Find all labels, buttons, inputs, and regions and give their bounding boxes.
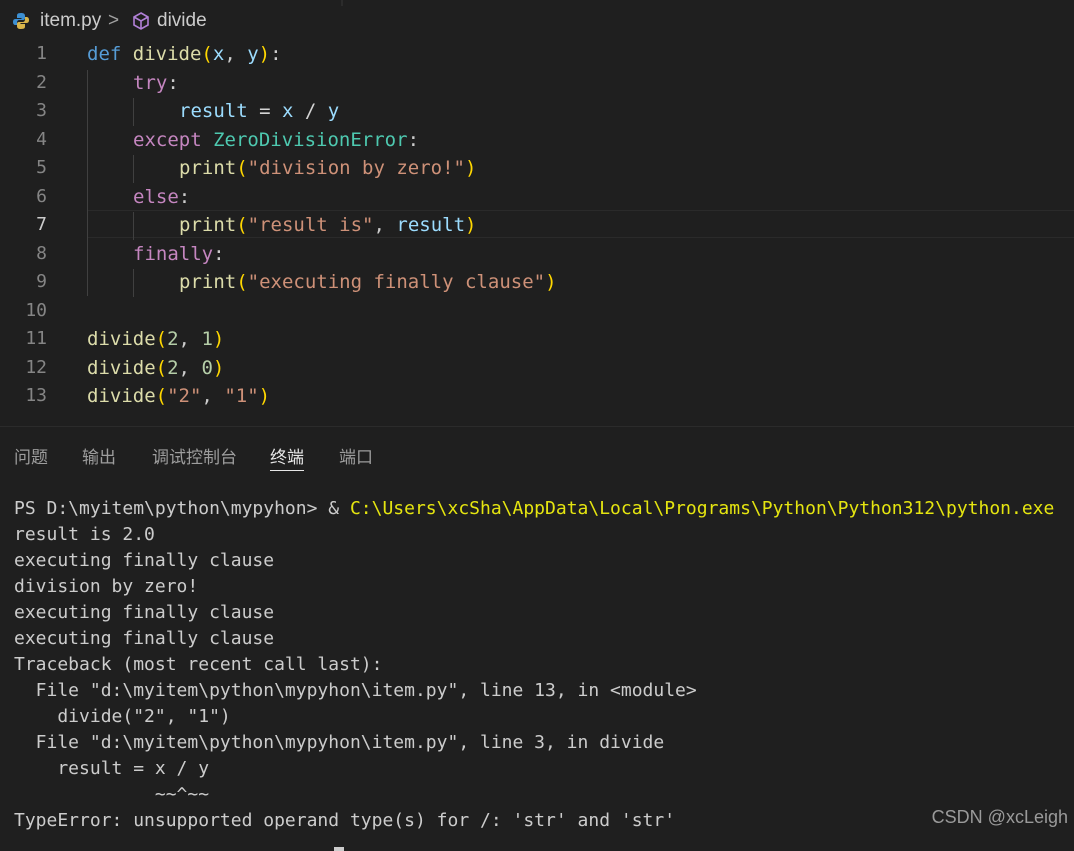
code-line: 13 divide("2", "1") [0, 382, 1074, 411]
line-number: 2 [36, 71, 47, 93]
terminal-output[interactable]: PS D:\myitem\python\mypyhon> & C:\Users\… [14, 496, 1074, 834]
tab-ports[interactable]: 端口 [339, 443, 373, 468]
line-text: result = x / y [179, 100, 340, 122]
terminal-prompt: PS D:\myitem\python\mypyhon> & [14, 498, 350, 519]
tab-terminal[interactable]: 终端 [270, 443, 304, 471]
panel-tabs: 问题 输出 调试控制台 终端 端口 [0, 427, 1074, 477]
line-text: divide(2, 1) [87, 328, 225, 350]
line-number: 13 [25, 385, 47, 406]
terminal-line: division by zero! [14, 576, 199, 597]
line-number: 12 [25, 356, 47, 378]
code-line: 8 finally: [0, 240, 1074, 269]
terminal-line: executing finally clause [14, 602, 275, 623]
terminal-line: result is 2.0 [14, 524, 155, 545]
code-line: 5 print("division by zero!") [0, 154, 1074, 183]
terminal-line: File "d:\myitem\python\mypyhon\item.py",… [14, 732, 665, 753]
terminal-line: divide("2", "1") [14, 706, 231, 727]
line-text: try: [133, 71, 179, 94]
code-line: 12 divide(2, 0) [0, 354, 1074, 383]
line-text: finally: [133, 242, 225, 265]
line-number: 8 [36, 242, 47, 264]
code-editor[interactable]: 1 def divide(x, y): 2 try: 3 result = x … [0, 40, 1074, 424]
terminal-command: C:\Users\xcSha\AppData\Local\Programs\Py… [349, 498, 1055, 519]
line-text: def divide(x, y): [87, 43, 282, 65]
terminal-line: Traceback (most recent call last): [14, 654, 383, 675]
line-number: 6 [36, 185, 47, 207]
code-line: 10 [0, 297, 1074, 326]
watermark: CSDN @xcLeigh [931, 807, 1068, 827]
line-text: print("executing finally clause") [179, 271, 557, 293]
method-cube-icon [133, 12, 149, 30]
tab-debug-console[interactable]: 调试控制台 [152, 443, 237, 468]
line-number: 10 [25, 299, 47, 321]
terminal-line: ~~^~~ [14, 784, 210, 805]
line-text: else: [133, 185, 191, 208]
python-file-icon [13, 13, 29, 29]
line-number: 9 [36, 271, 47, 292]
terminal-line: executing finally clause [14, 550, 275, 571]
line-number: 7 [36, 214, 47, 235]
code-line: 2 try: [0, 69, 1074, 98]
terminal-line: result = x / y [14, 758, 210, 779]
terminal-cursor [334, 832, 344, 851]
code-line: 11 divide(2, 1) [0, 325, 1074, 354]
terminal-line: File "d:\myitem\python\mypyhon\item.py",… [14, 680, 697, 701]
code-line: 1 def divide(x, y): [0, 40, 1074, 69]
line-text: divide(2, 0) [87, 356, 225, 379]
code-line: 9 print("executing finally clause") [0, 268, 1074, 297]
line-number: 4 [36, 128, 47, 150]
terminal-line: executing finally clause [14, 628, 275, 649]
breadcrumb-file[interactable]: item.py [40, 10, 101, 32]
code-line: 6 else: [0, 183, 1074, 212]
line-text: print("result is", result) [179, 214, 477, 236]
tab-divider [341, 0, 343, 6]
code-line: 3 result = x / y [0, 97, 1074, 126]
breadcrumb-symbol[interactable]: divide [157, 10, 207, 32]
tab-problems[interactable]: 问题 [14, 443, 48, 468]
line-text: divide("2", "1") [87, 385, 271, 407]
line-number: 11 [25, 328, 47, 349]
code-line: 7 print("result is", result) [0, 211, 1074, 240]
terminal-command-line: PS D:\myitem\python\mypyhon> & C:\Users\… [14, 496, 1074, 522]
terminal-line: TypeError: unsupported operand type(s) f… [14, 810, 676, 831]
line-number: 1 [36, 43, 47, 64]
tab-output[interactable]: 输出 [82, 443, 116, 468]
code-line: 4 except ZeroDivisionError: [0, 126, 1074, 155]
breadcrumb-separator: > [108, 10, 120, 31]
line-text: print("division by zero!") [179, 157, 477, 179]
breadcrumb: item.py > divide [0, 0, 1074, 40]
line-number: 3 [36, 100, 47, 121]
line-number: 5 [36, 157, 47, 178]
line-text: except ZeroDivisionError: [133, 128, 420, 151]
